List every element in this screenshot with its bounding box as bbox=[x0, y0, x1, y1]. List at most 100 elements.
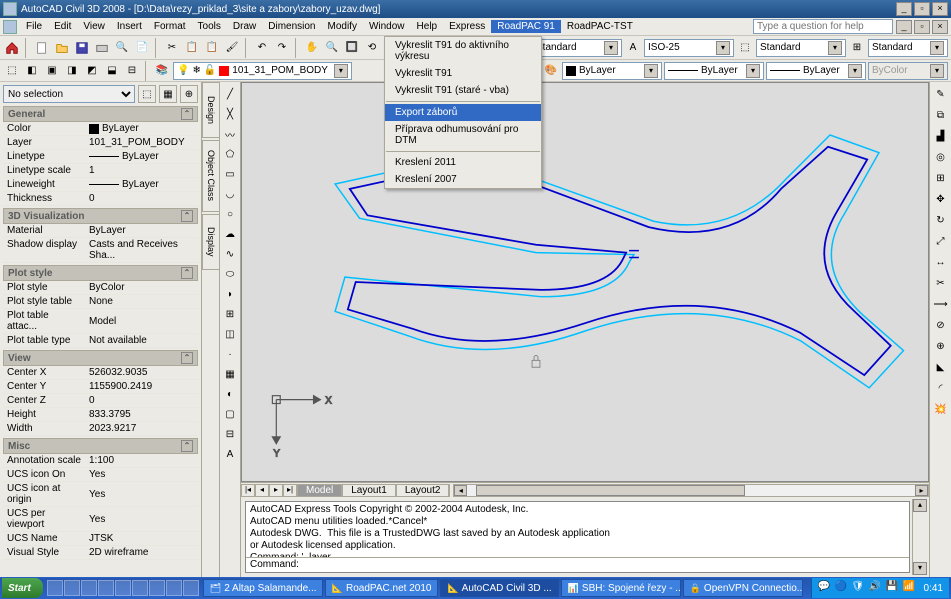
prop-ucsorigin-value[interactable]: Yes bbox=[85, 482, 198, 506]
array-icon[interactable]: ⊞ bbox=[932, 169, 950, 187]
menu-roadpac91[interactable]: RoadPAC 91 bbox=[491, 20, 561, 33]
break-icon[interactable]: ⊘ bbox=[932, 316, 950, 334]
mdi-restore-button[interactable]: ▫ bbox=[914, 20, 930, 34]
tab-next-button[interactable]: ▸ bbox=[269, 484, 283, 497]
command-input[interactable] bbox=[301, 559, 905, 571]
lineweight-combo[interactable]: ByLayer▾ bbox=[766, 62, 866, 80]
menu-draw[interactable]: Draw bbox=[227, 20, 262, 33]
text-style-combo[interactable]: Standard▾ bbox=[532, 39, 622, 57]
zoom-prev-icon[interactable]: ⟲ bbox=[363, 39, 381, 57]
group-general[interactable]: General⌃ bbox=[3, 106, 198, 122]
publish-icon[interactable]: 📄 bbox=[133, 39, 151, 57]
ql-icon[interactable] bbox=[98, 580, 114, 596]
taskbar-item[interactable]: 🗂2 Altap Salamande... bbox=[203, 579, 323, 597]
prop-pttype-value[interactable]: Not available bbox=[85, 334, 198, 347]
mdi-close-button[interactable]: × bbox=[932, 20, 948, 34]
tool-a[interactable]: ⬚ bbox=[3, 62, 21, 80]
layer-props-icon[interactable]: 📚 bbox=[153, 62, 171, 80]
menu-item-kresleni-2007[interactable]: Kreslení 2007 bbox=[385, 171, 541, 188]
close-button[interactable]: × bbox=[932, 2, 948, 16]
prop-material-value[interactable]: ByLayer bbox=[85, 224, 198, 237]
prop-height-value[interactable]: 833.3795 bbox=[85, 408, 198, 421]
tool-g[interactable]: ⊟ bbox=[123, 62, 141, 80]
pan-icon[interactable]: ✋ bbox=[303, 39, 321, 57]
tool-d[interactable]: ◨ bbox=[63, 62, 81, 80]
mtext-icon[interactable]: A bbox=[221, 445, 239, 463]
zoom-window-icon[interactable]: 🔲 bbox=[343, 39, 361, 57]
trim-icon[interactable]: ✂ bbox=[932, 274, 950, 292]
copy-icon[interactable]: ⧉ bbox=[932, 106, 950, 124]
prop-pstyle-value[interactable]: ByColor bbox=[85, 281, 198, 294]
cut-icon[interactable]: ✂ bbox=[163, 39, 181, 57]
command-scrollbar[interactable]: ▴▾ bbox=[912, 499, 927, 575]
group-misc[interactable]: Misc⌃ bbox=[3, 438, 198, 454]
taskbar-item[interactable]: 📐RoadPAC.net 2010 bbox=[325, 579, 439, 597]
polygon-icon[interactable]: ⬠ bbox=[221, 145, 239, 163]
ellarc-icon[interactable]: ◗ bbox=[221, 285, 239, 303]
xline-icon[interactable]: ╳ bbox=[221, 105, 239, 123]
region-icon[interactable]: ▢ bbox=[221, 405, 239, 423]
menu-modify[interactable]: Modify bbox=[322, 20, 363, 33]
sidetab-objectclass[interactable]: Object Class bbox=[202, 140, 219, 212]
insert-icon[interactable]: ⊞ bbox=[221, 305, 239, 323]
copy-icon[interactable]: 📋 bbox=[183, 39, 201, 57]
rotate-icon[interactable]: ↻ bbox=[932, 211, 950, 229]
prop-annscale-value[interactable]: 1:100 bbox=[85, 454, 198, 467]
prop-lweight-value[interactable]: ByLayer bbox=[85, 178, 198, 191]
join-icon[interactable]: ⊕ bbox=[932, 337, 950, 355]
help-search-input[interactable] bbox=[753, 19, 893, 34]
menu-dimension[interactable]: Dimension bbox=[262, 20, 321, 33]
prop-ptatt-value[interactable]: Model bbox=[85, 309, 198, 333]
menu-help[interactable]: Help bbox=[411, 20, 444, 33]
tray-icon[interactable]: 📶 bbox=[903, 581, 917, 595]
prop-ucsvp-value[interactable]: Yes bbox=[85, 507, 198, 531]
horizontal-scrollbar[interactable]: ◂▸ bbox=[453, 484, 929, 497]
offset-icon[interactable]: ◎ bbox=[932, 148, 950, 166]
tray-icon[interactable]: 🔵 bbox=[835, 581, 849, 595]
prop-vstyle-value[interactable]: 2D wireframe bbox=[85, 546, 198, 559]
paste-icon[interactable]: 📋 bbox=[203, 39, 221, 57]
taskbar-item-active[interactable]: 📐AutoCAD Civil 3D ... bbox=[440, 579, 558, 597]
circle-icon[interactable]: ○ bbox=[221, 205, 239, 223]
group-view[interactable]: View⌃ bbox=[3, 350, 198, 366]
table-style-combo[interactable]: Standard▾ bbox=[756, 39, 846, 57]
color-btn[interactable]: 🎨 bbox=[542, 62, 560, 80]
tool-c[interactable]: ▣ bbox=[43, 62, 61, 80]
ql-icon[interactable] bbox=[81, 580, 97, 596]
spline-icon[interactable]: ∿ bbox=[221, 245, 239, 263]
erase-icon[interactable]: ✎ bbox=[932, 85, 950, 103]
tab-prev-button[interactable]: ◂ bbox=[255, 484, 269, 497]
group-3dvis[interactable]: 3D Visualization⌃ bbox=[3, 208, 198, 224]
plotstyle-combo[interactable]: ByColor▾ bbox=[868, 62, 948, 80]
table-style-btn[interactable]: ⊞ bbox=[848, 39, 866, 57]
menu-item-vykreslit-old[interactable]: Vykreslit T91 (staré - vba) bbox=[385, 82, 541, 99]
new-icon[interactable] bbox=[33, 39, 51, 57]
tool-b[interactable]: ◧ bbox=[23, 62, 41, 80]
menu-item-kresleni-2011[interactable]: Kreslení 2011 bbox=[385, 154, 541, 171]
open-icon[interactable] bbox=[53, 39, 71, 57]
prop-color-value[interactable]: ByLayer bbox=[85, 122, 198, 135]
arc-icon[interactable]: ◡ bbox=[221, 185, 239, 203]
prop-layer-value[interactable]: 101_31_POM_BODY bbox=[85, 136, 198, 149]
home-icon[interactable] bbox=[3, 39, 21, 57]
taskbar-clock[interactable]: 0:41 bbox=[924, 583, 943, 594]
menu-insert[interactable]: Insert bbox=[111, 20, 148, 33]
tab-last-button[interactable]: ▸| bbox=[283, 484, 297, 497]
tab-first-button[interactable]: |◂ bbox=[241, 484, 255, 497]
prop-centery-value[interactable]: 1155900.2419 bbox=[85, 380, 198, 393]
maximize-button[interactable]: ▫ bbox=[914, 2, 930, 16]
ql-icon[interactable] bbox=[47, 580, 63, 596]
linetype-combo[interactable]: ByLayer▾ bbox=[664, 62, 764, 80]
table-icon[interactable]: ⊟ bbox=[221, 425, 239, 443]
quickselect-icon[interactable]: ⬚ bbox=[138, 85, 156, 103]
move-icon[interactable]: ✥ bbox=[932, 190, 950, 208]
tab-layout1[interactable]: Layout1 bbox=[342, 484, 396, 497]
taskbar-item[interactable]: 📊SBH: Spojené řezy - ... bbox=[561, 579, 681, 597]
command-history[interactable]: AutoCAD Express Tools Copyright © 2002-2… bbox=[246, 502, 909, 557]
start-button[interactable]: Start bbox=[2, 578, 43, 598]
selection-combo[interactable]: No selection bbox=[3, 85, 135, 103]
prop-centerx-value[interactable]: 526032.9035 bbox=[85, 366, 198, 379]
menu-tools[interactable]: Tools bbox=[192, 20, 227, 33]
rect-icon[interactable]: ▭ bbox=[221, 165, 239, 183]
menu-roadpactst[interactable]: RoadPAC-TST bbox=[561, 20, 639, 33]
